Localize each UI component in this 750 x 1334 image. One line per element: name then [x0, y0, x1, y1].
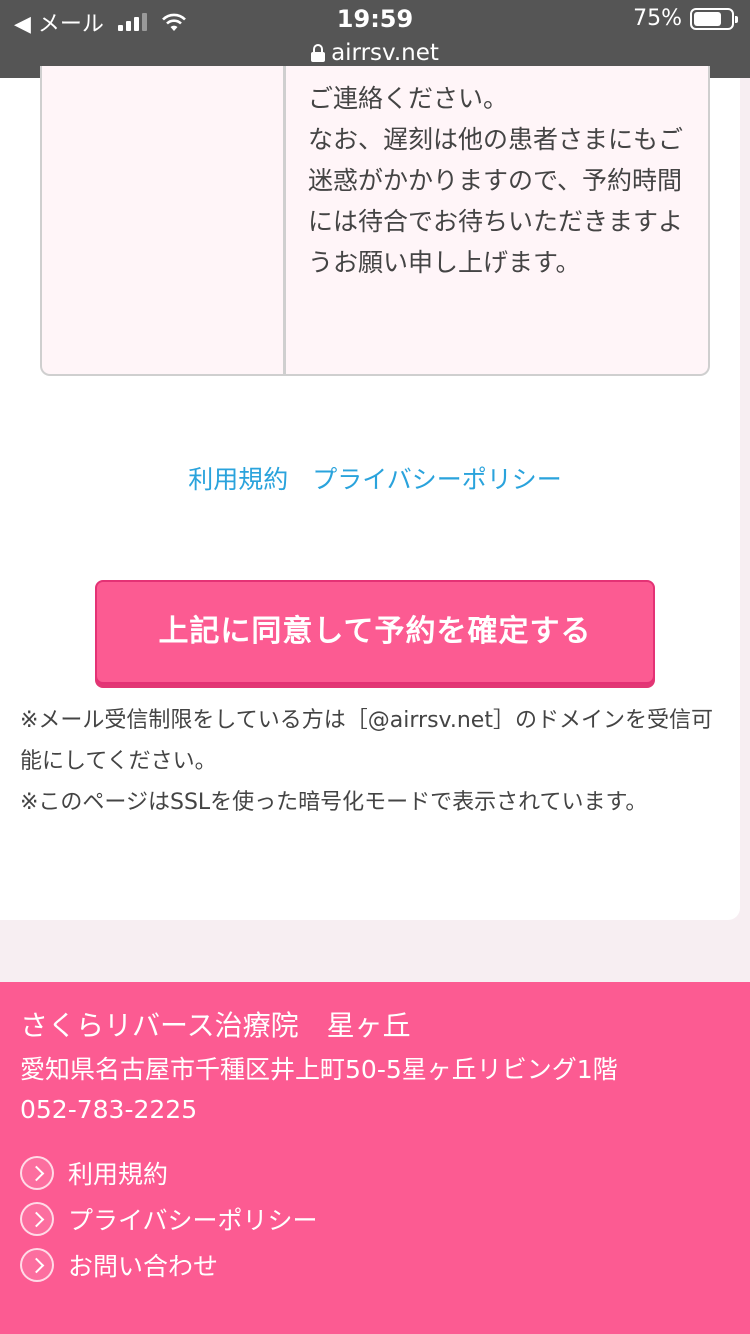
clinic-address: 愛知県名古屋市千種区井上町50-5星ヶ丘リビング1階	[20, 1055, 618, 1084]
battery-percent: 75%	[633, 6, 682, 31]
footer-links: 利用規約 プライバシーポリシー お問い合わせ	[20, 1150, 730, 1288]
battery-fill	[694, 11, 721, 26]
chevron-right-circle-icon	[20, 1202, 54, 1236]
clinic-name: さくらリバース治療院 星ヶ丘	[20, 1009, 411, 1042]
footer-link-label: お問い合わせ	[68, 1252, 219, 1281]
lock-icon	[311, 44, 326, 62]
reservation-card: ご連絡ください。 なお、遅刻は他の患者さまにもご迷惑がかかりますので、予約時間に…	[0, 66, 740, 920]
address-bar[interactable]: airrsv.net	[0, 40, 750, 66]
footer-privacy-link[interactable]: プライバシーポリシー	[20, 1196, 730, 1242]
privacy-policy-link[interactable]: プライバシーポリシー	[312, 465, 562, 494]
battery-icon	[690, 7, 738, 30]
footer-link-label: プライバシーポリシー	[68, 1206, 318, 1235]
chevron-right-circle-icon	[20, 1156, 54, 1190]
battery-nub	[735, 15, 738, 23]
clinic-phone[interactable]: 052-783-2225	[20, 1092, 730, 1128]
notice-text: ※メール受信制限をしている方は［@airrsv.net］のドメインを受信可能にし…	[20, 700, 730, 823]
url-text: airrsv.net	[331, 40, 439, 66]
mail-domain-notice: ※メール受信制限をしている方は［@airrsv.net］のドメインを受信可能にし…	[20, 708, 713, 774]
footer-terms-link[interactable]: 利用規約	[20, 1150, 730, 1196]
status-right: 75%	[633, 6, 738, 31]
notes-text: ご連絡ください。 なお、遅刻は他の患者さまにもご迷惑がかかりますので、予約時間に…	[308, 84, 684, 277]
policy-links: 利用規約 プライバシーポリシー	[0, 460, 750, 496]
notes-table: ご連絡ください。 なお、遅刻は他の患者さまにもご迷惑がかかりますので、予約時間に…	[40, 66, 710, 376]
terms-link[interactable]: 利用規約	[188, 465, 288, 494]
notes-label-cell	[42, 66, 286, 374]
confirm-reservation-button[interactable]: 上記に同意して予約を確定する	[95, 580, 655, 684]
chevron-right-circle-icon	[20, 1248, 54, 1282]
footer-link-label: 利用規約	[68, 1160, 169, 1189]
footer: さくらリバース治療院 星ヶ丘 愛知県名古屋市千種区井上町50-5星ヶ丘リビング1…	[0, 982, 750, 1334]
ssl-notice: ※このページはSSLを使った暗号化モードで表示されています。	[20, 790, 648, 815]
footer-contact-link[interactable]: お問い合わせ	[20, 1242, 730, 1288]
